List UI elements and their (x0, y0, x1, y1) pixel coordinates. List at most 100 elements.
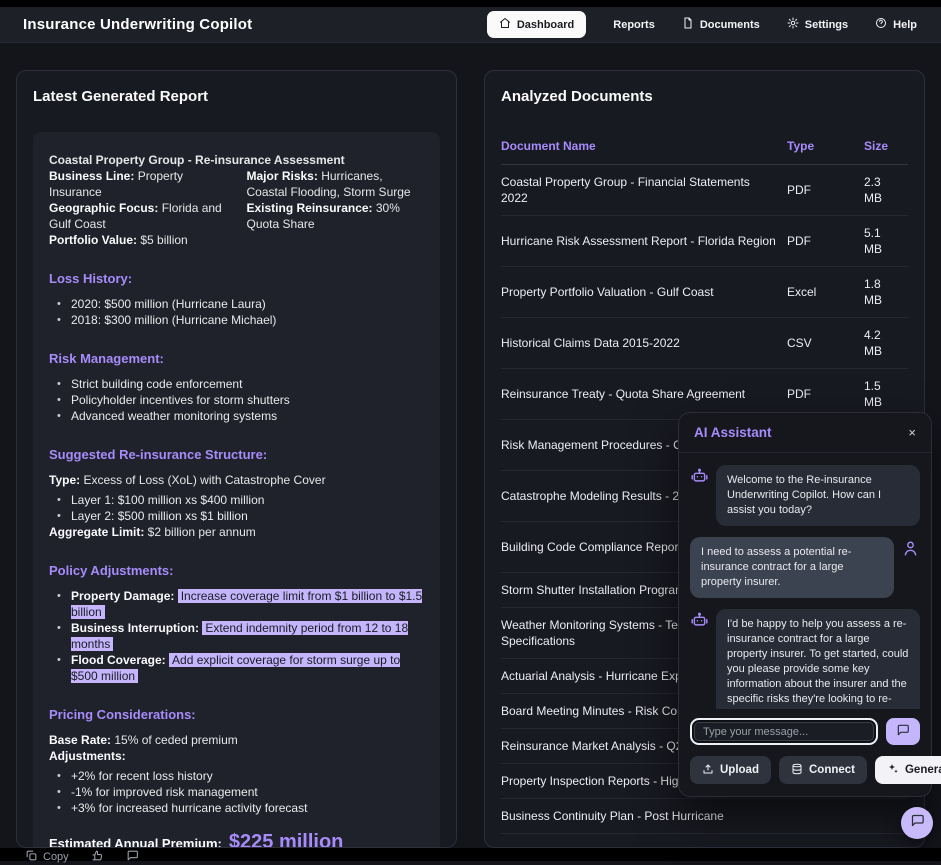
table-row[interactable]: Property Portfolio Valuation - Gulf Coas… (501, 267, 908, 318)
ai-assistant-panel: AI Assistant × Welcome to the Re-insuran… (678, 412, 932, 797)
sparkles-icon (887, 763, 899, 778)
estimated-premium: Estimated Annual Premium:$225 million (49, 834, 424, 848)
bottom-strip (0, 848, 941, 861)
bullet-list: Property Damage: Increase coverage limit… (49, 588, 424, 684)
report-line: Business Line: Property Insurance (49, 168, 227, 200)
chat-bubble-icon (910, 813, 925, 833)
section-heading: Loss History: (49, 271, 424, 286)
bullet-item: 2020: $500 million (Hurricane Laura) (57, 296, 424, 312)
report-meta-right: Major Risks: Hurricanes, Coastal Floodin… (247, 168, 425, 248)
bullet-item: -1% for improved risk management (57, 784, 424, 800)
person-icon (901, 539, 920, 558)
bullet-item: Property Damage: Increase coverage limit… (57, 588, 424, 620)
upload-button[interactable]: Upload (690, 756, 771, 784)
table-row[interactable]: Historical Claims Data 2015-2022CSV4.2 M… (501, 318, 908, 369)
nav-item-settings[interactable]: Settings (787, 17, 848, 32)
message-bubble: I need to assess a potential re-insuranc… (690, 537, 894, 598)
bullet-item: Policyholder incentives for storm shutte… (57, 392, 424, 408)
report-line: Base Rate: 15% of ceded premium (49, 732, 424, 748)
nav-item-documents[interactable]: Documents (682, 17, 760, 32)
nav-item-help[interactable]: Help (875, 17, 917, 32)
table-row[interactable]: Hurricane Risk Assessment Report - Flori… (501, 216, 908, 267)
message-bubble: I'd be happy to help you assess a re-ins… (716, 609, 920, 709)
close-icon[interactable]: × (908, 426, 916, 439)
robot-icon (690, 611, 709, 630)
doc-size: 4.2 MB (864, 318, 908, 368)
report-actions: Copy (25, 849, 139, 865)
thumbs-up-button[interactable] (91, 849, 104, 865)
chat-input-ring (690, 718, 878, 746)
doc-type (787, 807, 864, 825)
nav-label: Documents (700, 19, 760, 31)
nav-label: Dashboard (517, 19, 574, 31)
doc-name: Hurricane Risk Assessment Report - Flori… (501, 224, 787, 258)
doc-type: Excel (787, 275, 864, 309)
connect-label: Connect (809, 764, 855, 776)
document-icon (682, 17, 694, 32)
chat-messages: Welcome to the Re-insurance Underwriting… (679, 453, 931, 709)
nav-label: Settings (805, 19, 848, 31)
help-icon (875, 17, 887, 32)
bullet-item: Advanced weather monitoring systems (57, 408, 424, 424)
nav-item-dashboard[interactable]: Dashboard (487, 11, 586, 38)
section-heading: Risk Management: (49, 351, 424, 366)
gear-icon (787, 17, 799, 32)
report-title: Coastal Property Group - Re-insurance As… (49, 152, 424, 168)
assistant-title: AI Assistant (694, 425, 772, 440)
bullet-list: Strict building code enforcementPolicyho… (49, 376, 424, 424)
comment-button[interactable] (126, 849, 139, 865)
table-row[interactable]: Coastal Property Group - Financial State… (501, 165, 908, 216)
bot-message: I'd be happy to help you assess a re-ins… (690, 609, 920, 709)
send-button[interactable] (886, 718, 920, 746)
section-heading: Pricing Considerations: (49, 707, 424, 722)
doc-size: 5.1 MB (864, 216, 908, 266)
message-bubble: Welcome to the Re-insurance Underwriting… (716, 465, 920, 526)
section-heading: Policy Adjustments: (49, 563, 424, 578)
nav-item-reports[interactable]: Reports (613, 19, 655, 31)
report-line: Portfolio Value: $5 billion (49, 232, 227, 248)
top-strip (0, 0, 941, 7)
comment-icon (126, 849, 139, 865)
panel-heading-documents: Analyzed Documents (501, 88, 908, 105)
col-size: Size (864, 132, 908, 164)
report-line: Type: Excess of Loss (XoL) with Catastro… (49, 472, 424, 488)
assistant-header: AI Assistant × (679, 413, 931, 453)
report-line: Geographic Focus: Florida and Gulf Coast (49, 200, 227, 232)
bullet-item: 2018: $300 million (Hurricane Michael) (57, 312, 424, 328)
copy-button[interactable]: Copy (25, 849, 69, 865)
report-meta: Business Line: Property InsuranceGeograp… (49, 168, 424, 248)
report-line: Existing Reinsurance: 30% Quota Share (247, 200, 425, 232)
bot-message: Welcome to the Re-insurance Underwriting… (690, 465, 920, 526)
copy-icon (25, 849, 38, 865)
doc-name: Historical Claims Data 2015-2022 (501, 326, 787, 360)
bullet-item: Strict building code enforcement (57, 376, 424, 392)
user-message: I need to assess a potential re-insuranc… (690, 537, 920, 598)
robot-icon (690, 467, 709, 486)
generate-button[interactable]: Generate (875, 756, 941, 784)
chat-input[interactable] (694, 722, 874, 741)
upload-label: Upload (720, 764, 759, 776)
doc-name: Coastal Property Group - Financial State… (501, 165, 787, 215)
assistant-actions: Upload Connect Generate (679, 750, 931, 796)
nav-items: Dashboard Reports Documents Settings Hel… (487, 11, 917, 38)
bullet-item: Flood Coverage: Add explicit coverage fo… (57, 652, 424, 684)
bullet-list: 2020: $500 million (Hurricane Laura)2018… (49, 296, 424, 328)
report-line: Major Risks: Hurricanes, Coastal Floodin… (247, 168, 425, 200)
doc-name: Reinsurance Treaty - Quota Share Agreeme… (501, 377, 787, 411)
chat-fab-button[interactable] (901, 807, 933, 839)
table-header-row: Document Name Type Size (501, 132, 908, 165)
doc-type: PDF (787, 173, 864, 207)
connect-button[interactable]: Connect (779, 756, 867, 784)
report-card: Coastal Property Group - Re-insurance As… (33, 132, 440, 848)
doc-type: CSV (787, 326, 864, 360)
col-type: Type (787, 132, 864, 164)
home-icon (499, 17, 511, 32)
section-heading: Suggested Re-insurance Structure: (49, 447, 424, 462)
upload-icon (702, 763, 714, 778)
table-row[interactable]: Business Continuity Plan - Post Hurrican… (501, 799, 908, 834)
generate-label: Generate (905, 764, 941, 776)
navbar: Insurance Underwriting Copilot Dashboard… (0, 7, 941, 43)
report-sections: Loss History: 2020: $500 million (Hurrica… (49, 271, 424, 848)
bullet-list: +2% for recent loss history-1% for impro… (49, 768, 424, 816)
nav-label: Reports (613, 19, 655, 31)
